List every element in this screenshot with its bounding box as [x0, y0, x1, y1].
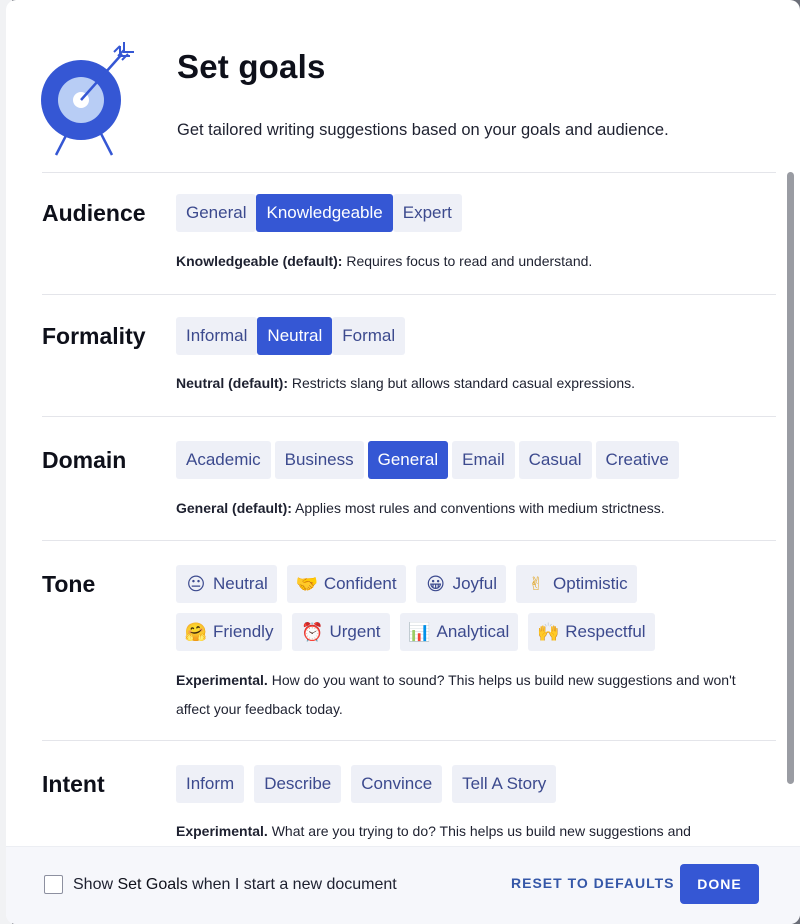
- domain-option-business[interactable]: Business: [274, 441, 364, 479]
- divider: [42, 740, 776, 741]
- target-arrow-icon: [41, 42, 134, 156]
- tone-option-neutral[interactable]: 😐 Neutral: [176, 565, 277, 603]
- domain-option-creative[interactable]: Creative: [595, 441, 679, 479]
- audience-option-expert[interactable]: Expert: [392, 194, 462, 232]
- reset-to-defaults-button[interactable]: RESET TO DEFAULTS: [511, 875, 675, 891]
- formality-label: Formality: [42, 323, 146, 349]
- audience-option-knowledgeable[interactable]: Knowledgeable: [256, 194, 393, 232]
- tone-option-optimistic[interactable]: ✌ Optimistic: [516, 565, 637, 603]
- tone-options-row-1: 😐 Neutral 🤝 Confident 😀 Joyful ✌ Optimis…: [176, 565, 637, 603]
- formality-description-text: Restricts slang but allows standard casu…: [288, 375, 636, 391]
- scrollbar-thumb[interactable]: [787, 172, 794, 784]
- handshake-icon: 🤝: [295, 574, 319, 594]
- audience-description: Knowledgeable (default): Requires focus …: [176, 247, 776, 276]
- domain-option-general[interactable]: General: [367, 441, 449, 479]
- intent-option-describe[interactable]: Describe: [254, 765, 342, 803]
- tone-options-row-2: 🤗 Friendly ⏰ Urgent 📊 Analytical 🙌 Respe…: [176, 613, 655, 651]
- domain-option-casual[interactable]: Casual: [518, 441, 592, 479]
- show-set-goals-label[interactable]: Show Set Goals when I start a new docume…: [73, 876, 397, 894]
- divider: [42, 294, 776, 295]
- tone-option-label: Analytical: [436, 622, 510, 641]
- tone-description-strong: Experimental.: [176, 672, 268, 688]
- domain-description-strong: General (default):: [176, 500, 292, 516]
- raised-hands-icon: 🙌: [537, 622, 560, 642]
- tone-option-joyful[interactable]: 😀 Joyful: [415, 565, 507, 603]
- intent-description: Experimental. What are you trying to do?…: [176, 817, 776, 846]
- tone-option-confident[interactable]: 🤝 Confident: [286, 565, 406, 603]
- divider: [42, 416, 776, 417]
- formality-options: Informal Neutral Formal: [176, 317, 406, 355]
- tone-label: Tone: [42, 571, 96, 597]
- domain-description-text: Applies most rules and conventions with …: [291, 500, 665, 516]
- formality-option-informal[interactable]: Informal: [176, 317, 258, 355]
- intent-options: Inform Describe Convince Tell A Story: [176, 765, 557, 803]
- tone-option-label: Neutral: [213, 574, 268, 593]
- intent-option-tell-a-story[interactable]: Tell A Story: [452, 765, 557, 803]
- audience-description-strong: Knowledgeable (default):: [176, 253, 343, 269]
- formality-description-strong: Neutral (default):: [176, 375, 288, 391]
- grinning-face-icon: 😀: [426, 574, 445, 594]
- victory-hand-icon: ✌: [528, 574, 544, 594]
- intent-description-text: What are you trying to do? This helps us…: [267, 823, 691, 839]
- intent-description-strong: Experimental.: [176, 823, 268, 839]
- page-subtitle: Get tailored writing suggestions based o…: [177, 121, 669, 139]
- tone-description: Experimental. How do you want to sound? …: [176, 666, 746, 724]
- dialog-footer: Show Set Goals when I start a new docume…: [6, 846, 800, 924]
- bar-chart-icon: 📊: [408, 622, 431, 642]
- dialog-scroll-area[interactable]: Set goals Get tailored writing suggestio…: [6, 0, 800, 846]
- tone-option-analytical[interactable]: 📊 Analytical: [399, 613, 519, 651]
- domain-label: Domain: [42, 447, 127, 473]
- checkbox-label-suffix: when I start a new document: [187, 876, 397, 893]
- alarm-clock-icon: ⏰: [301, 622, 324, 642]
- tone-option-label: Friendly: [213, 622, 274, 641]
- tone-option-label: Joyful: [452, 574, 498, 593]
- domain-option-email[interactable]: Email: [452, 441, 515, 479]
- intent-option-inform[interactable]: Inform: [176, 765, 245, 803]
- set-goals-dialog: Set goals Get tailored writing suggestio…: [6, 0, 800, 924]
- domain-option-academic[interactable]: Academic: [176, 441, 271, 479]
- divider: [42, 540, 776, 541]
- checkbox-label-prefix: Show: [73, 876, 118, 893]
- audience-options: General Knowledgeable Expert: [176, 194, 462, 232]
- domain-description: General (default): Applies most rules an…: [176, 494, 776, 523]
- show-set-goals-checkbox[interactable]: [44, 875, 63, 894]
- tone-option-label: Respectful: [565, 622, 646, 641]
- domain-options: Academic Business General Email Casual C…: [176, 441, 679, 479]
- dialog-header: Set goals Get tailored writing suggestio…: [6, 0, 800, 172]
- formality-option-formal[interactable]: Formal: [332, 317, 406, 355]
- done-button[interactable]: DONE: [680, 864, 759, 904]
- tone-option-urgent[interactable]: ⏰ Urgent: [292, 613, 390, 651]
- hugging-face-icon: 🤗: [184, 622, 208, 642]
- neutral-face-icon: 😐: [186, 574, 206, 594]
- audience-label: Audience: [42, 200, 146, 226]
- tone-option-label: Confident: [323, 574, 397, 593]
- formality-description: Neutral (default): Restricts slang but a…: [176, 369, 776, 398]
- tone-option-respectful[interactable]: 🙌 Respectful: [528, 613, 655, 651]
- checkbox-label-strong: Set Goals: [117, 876, 188, 893]
- audience-option-general[interactable]: General: [176, 194, 257, 232]
- formality-option-neutral[interactable]: Neutral: [257, 317, 333, 355]
- intent-option-convince[interactable]: Convince: [351, 765, 443, 803]
- page-title: Set goals: [177, 48, 326, 85]
- tone-option-friendly[interactable]: 🤗 Friendly: [176, 613, 283, 651]
- tone-option-label: Optimistic: [553, 574, 628, 593]
- tone-option-label: Urgent: [329, 622, 381, 641]
- divider: [42, 172, 776, 173]
- audience-description-text: Requires focus to read and understand.: [342, 253, 593, 269]
- intent-label: Intent: [42, 771, 105, 797]
